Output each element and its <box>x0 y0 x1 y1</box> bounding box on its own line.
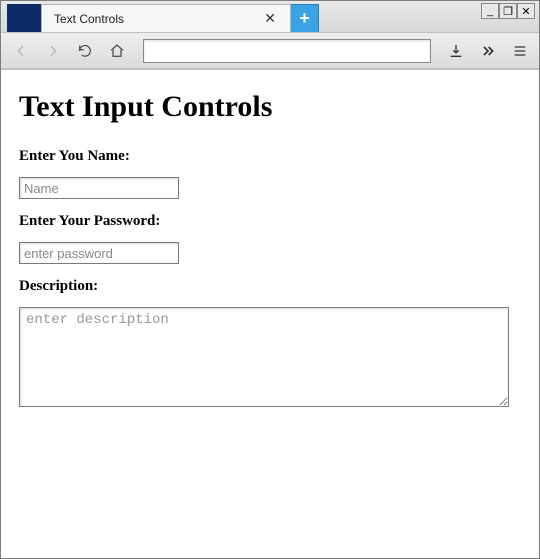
maximize-icon: ❐ <box>503 5 513 18</box>
reload-button[interactable] <box>73 39 97 63</box>
browser-tab[interactable]: Text Controls ✕ <box>41 4 291 32</box>
close-icon: ✕ <box>521 5 530 18</box>
name-label: Enter You Name: <box>19 148 521 165</box>
window-controls: _ ❐ ✕ <box>481 3 535 19</box>
home-icon <box>109 43 125 59</box>
titlebar: Text Controls ✕ + _ ❐ ✕ <box>1 1 539 33</box>
description-textarea[interactable] <box>19 307 509 407</box>
back-button[interactable] <box>9 39 33 63</box>
page-content: Text Input Controls Enter You Name: Ente… <box>1 69 539 558</box>
overflow-button[interactable] <box>477 40 499 62</box>
password-input[interactable] <box>19 242 179 264</box>
menu-button[interactable] <box>509 40 531 62</box>
app-accent <box>7 4 41 32</box>
plus-icon: + <box>299 8 310 29</box>
tab-title: Text Controls <box>54 12 124 26</box>
description-label: Description: <box>19 278 521 295</box>
browser-window: Text Controls ✕ + _ ❐ ✕ <box>0 0 540 559</box>
home-button[interactable] <box>105 39 129 63</box>
password-label: Enter Your Password: <box>19 213 521 230</box>
minimize-icon: _ <box>487 5 493 17</box>
hamburger-icon <box>512 43 528 59</box>
toolbar-right <box>445 40 531 62</box>
forward-arrow-icon <box>45 43 61 59</box>
window-minimize-button[interactable]: _ <box>481 3 499 19</box>
page-heading: Text Input Controls <box>19 90 521 124</box>
download-icon <box>448 43 464 59</box>
tab-close-icon[interactable]: ✕ <box>260 10 280 27</box>
chevron-double-right-icon <box>480 43 496 59</box>
download-button[interactable] <box>445 40 467 62</box>
window-close-button[interactable]: ✕ <box>517 3 535 19</box>
toolbar <box>1 33 539 69</box>
url-input[interactable] <box>143 39 431 63</box>
forward-button[interactable] <box>41 39 65 63</box>
reload-icon <box>77 43 93 59</box>
new-tab-button[interactable]: + <box>291 4 319 32</box>
name-input[interactable] <box>19 177 179 199</box>
back-arrow-icon <box>13 43 29 59</box>
window-maximize-button[interactable]: ❐ <box>499 3 517 19</box>
